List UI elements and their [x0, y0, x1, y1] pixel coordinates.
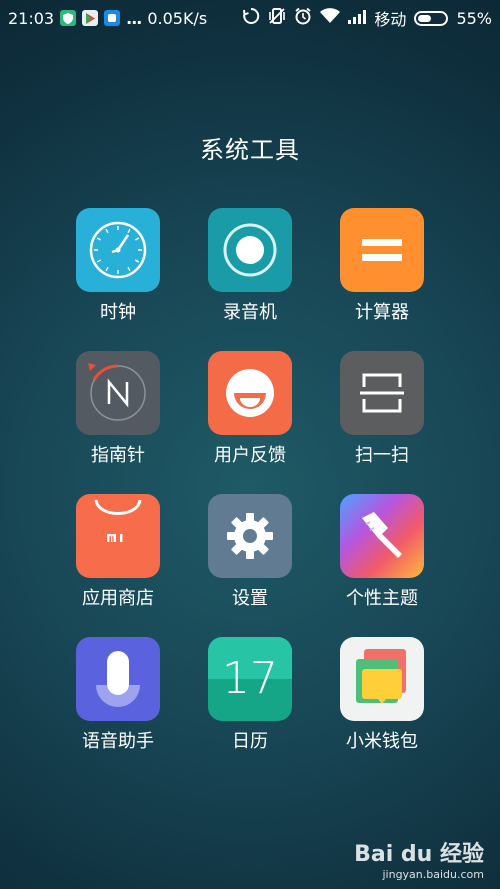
- app-label: 指南针: [91, 445, 145, 466]
- app-wallet[interactable]: 小米钱包: [330, 637, 434, 753]
- security-shield-icon: [60, 10, 77, 26]
- play-store-icon: [82, 10, 99, 26]
- battery-icon: [414, 10, 449, 26]
- app-clock[interactable]: 时钟: [66, 208, 170, 324]
- app-label: 小米钱包: [346, 731, 418, 752]
- theme-brush-icon[interactable]: [340, 494, 424, 578]
- status-time: 21:03: [8, 8, 55, 28]
- calendar-day: 17: [222, 653, 278, 704]
- folder-title[interactable]: 系统工具: [0, 130, 500, 165]
- app-label: 扫一扫: [355, 445, 409, 466]
- app-label: 个性主题: [346, 588, 418, 609]
- app-compass[interactable]: 指南针: [66, 351, 170, 467]
- settings-gear-icon[interactable]: [208, 494, 292, 578]
- app-scanner[interactable]: 扫一扫: [330, 351, 434, 467]
- app-notification-icon: [104, 10, 121, 26]
- calendar-icon[interactable]: 17: [208, 637, 292, 721]
- calculator-icon[interactable]: [340, 208, 424, 292]
- app-label: 时钟: [100, 302, 136, 323]
- app-label: 日历: [232, 731, 268, 752]
- app-calculator[interactable]: 计算器: [330, 208, 434, 324]
- compass-icon[interactable]: [76, 351, 160, 435]
- app-themes[interactable]: 个性主题: [330, 494, 434, 610]
- baidu-jingyan-watermark: Bai du 经验 jingyan.baidu.com: [354, 836, 484, 881]
- feedback-icon[interactable]: [208, 351, 292, 435]
- app-label: 语音助手: [82, 731, 154, 752]
- sync-icon: [242, 7, 260, 29]
- more-notifications-indicator: ...: [126, 8, 142, 28]
- cell-signal-icon: [348, 9, 367, 28]
- carrier-name: 移动: [374, 10, 407, 29]
- app-voice-assistant[interactable]: 语音助手: [66, 637, 170, 753]
- battery-percentage: 55%: [456, 8, 492, 28]
- alarm-icon: [294, 7, 312, 29]
- app-store[interactable]: 应用商店: [66, 494, 170, 610]
- app-calendar[interactable]: 17 日历: [198, 637, 302, 753]
- wifi-icon: [320, 8, 341, 28]
- app-label: 应用商店: [82, 588, 154, 609]
- app-settings[interactable]: 设置: [198, 494, 302, 610]
- home-screen: 21:03 ... 0.05K/s 移动 55% 系统工具 时钟 录音机 计算器…: [0, 0, 500, 889]
- app-label: 录音机: [223, 302, 277, 323]
- watermark-logo: Bai du 经验: [354, 842, 484, 867]
- app-store-icon[interactable]: [76, 494, 160, 578]
- watermark-url: jingyan.baidu.com: [382, 868, 484, 881]
- voice-assistant-icon[interactable]: [76, 637, 160, 721]
- wallet-icon[interactable]: [340, 637, 424, 721]
- scanner-icon[interactable]: [340, 351, 424, 435]
- status-bar: 21:03 ... 0.05K/s 移动 55%: [0, 0, 500, 36]
- app-feedback[interactable]: 用户反馈: [198, 351, 302, 467]
- app-grid: 时钟 录音机 计算器 指南针 用户反馈 扫一扫 应用商店 设置 个性主题 语音助…: [66, 208, 434, 753]
- app-label: 设置: [232, 588, 268, 609]
- app-recorder[interactable]: 录音机: [198, 208, 302, 324]
- clock-icon[interactable]: [76, 208, 160, 292]
- recorder-icon[interactable]: [208, 208, 292, 292]
- network-speed: 0.05K/s: [147, 8, 208, 28]
- app-label: 计算器: [355, 302, 409, 323]
- app-label: 用户反馈: [214, 445, 286, 466]
- vibrate-icon: [268, 7, 286, 29]
